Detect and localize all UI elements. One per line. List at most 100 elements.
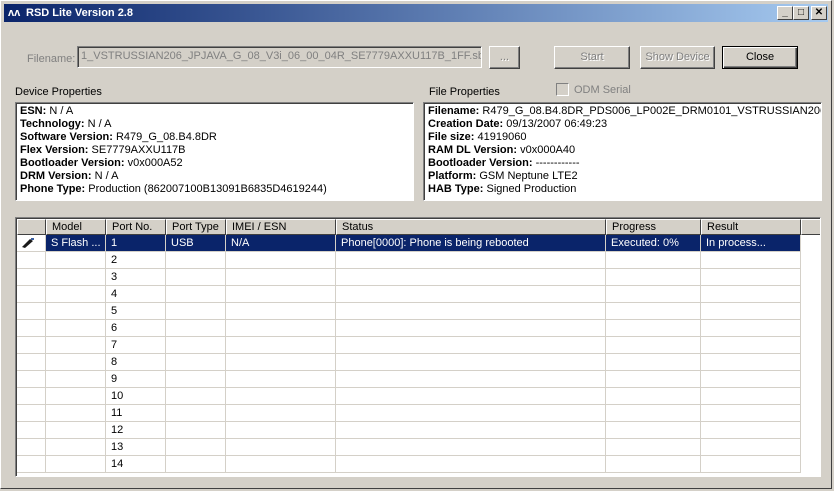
- cell-status: [336, 439, 606, 456]
- cell-result: [701, 337, 801, 354]
- show-device-button[interactable]: Show Device: [640, 46, 715, 69]
- grid-header: Model Port No. Port Type IMEI / ESN Status Pr…: [17, 219, 820, 235]
- cell-result: [701, 320, 801, 337]
- table-row[interactable]: 8: [17, 354, 801, 371]
- cell-result: [701, 252, 801, 269]
- cell-port: 8: [106, 354, 166, 371]
- cell-status: [336, 337, 606, 354]
- column-header[interactable]: Result: [701, 219, 801, 235]
- cell-result: [701, 303, 801, 320]
- column-header[interactable]: Status: [336, 219, 606, 235]
- table-row[interactable]: 6: [17, 320, 801, 337]
- cell-status: Phone[0000]: Phone is being rebooted: [336, 235, 606, 252]
- table-row[interactable]: 14: [17, 456, 801, 473]
- row-icon-cell: [17, 269, 46, 286]
- cell-result: [701, 388, 801, 405]
- table-row[interactable]: 9: [17, 371, 801, 388]
- cell-result: [701, 439, 801, 456]
- title-bar[interactable]: ʌʌ RSD Lite Version 2.8 _ □ ✕: [4, 4, 828, 22]
- cell-port-type: [166, 388, 226, 405]
- cell-status: [336, 303, 606, 320]
- device-prop-value: Production (862007100B13091B6835D4619244…: [85, 183, 327, 195]
- table-row[interactable]: 2: [17, 252, 801, 269]
- row-icon-cell: [17, 422, 46, 439]
- table-row[interactable]: 12: [17, 422, 801, 439]
- cell-port-type: [166, 269, 226, 286]
- column-header[interactable]: [17, 219, 46, 235]
- cell-port: 2: [106, 252, 166, 269]
- cell-progress: [606, 286, 701, 303]
- table-row[interactable]: 5: [17, 303, 801, 320]
- start-button[interactable]: Start: [554, 46, 630, 69]
- cell-model: [46, 388, 106, 405]
- cell-status: [336, 388, 606, 405]
- cell-progress: [606, 354, 701, 371]
- cell-status: [336, 320, 606, 337]
- table-row[interactable]: 13: [17, 439, 801, 456]
- table-row[interactable]: 4: [17, 286, 801, 303]
- table-row[interactable]: S Flash ... 1 USB N/A Phone[0000]: Phone is …: [17, 235, 801, 252]
- cell-imei: [226, 337, 336, 354]
- device-prop-line: Phone Type: Production (862007100B13091B…: [20, 183, 409, 196]
- file-prop-line: RAM DL Version: v0x000A40: [428, 144, 817, 157]
- column-header[interactable]: Port Type: [166, 219, 226, 235]
- cell-port-type: [166, 371, 226, 388]
- filename-field[interactable]: 1_VSTRUSSIAN206_JPJAVA_G_08_V3i_06_00_04…: [77, 46, 482, 68]
- file-prop-value: R479_G_08.B4.8DR_PDS006_LP002E_DRM0101_V…: [479, 105, 822, 117]
- cell-progress: [606, 303, 701, 320]
- row-icon-cell: [17, 388, 46, 405]
- table-row[interactable]: 7: [17, 337, 801, 354]
- cell-imei: [226, 439, 336, 456]
- cell-port-type: [166, 456, 226, 473]
- cell-status: [336, 354, 606, 371]
- cell-progress: [606, 337, 701, 354]
- cell-imei: [226, 286, 336, 303]
- cell-model: [46, 405, 106, 422]
- cell-imei: [226, 371, 336, 388]
- cell-imei: [226, 303, 336, 320]
- cell-model: [46, 320, 106, 337]
- rsd-lite-window: ʌʌ RSD Lite Version 2.8 _ □ ✕ Filename: …: [0, 0, 832, 489]
- device-grid[interactable]: Model Port No. Port Type IMEI / ESN Status Pr…: [15, 217, 821, 477]
- cell-status: [336, 422, 606, 439]
- odm-serial-checkbox[interactable]: [556, 83, 569, 96]
- cell-model: [46, 456, 106, 473]
- device-properties-title: Device Properties: [15, 86, 102, 98]
- device-prop-line: Technology: N / A: [20, 118, 409, 131]
- column-header[interactable]: Model: [46, 219, 106, 235]
- maximize-button[interactable]: □: [793, 6, 809, 20]
- table-row[interactable]: 3: [17, 269, 801, 286]
- file-prop-value: ------------: [532, 157, 580, 169]
- file-prop-line: Filename: R479_G_08.B4.8DR_PDS006_LP002E…: [428, 105, 821, 118]
- cell-status: [336, 269, 606, 286]
- cell-result: [701, 371, 801, 388]
- cell-result: [701, 422, 801, 439]
- row-icon-cell: [17, 439, 46, 456]
- file-prop-value: GSM Neptune LTE2: [476, 170, 578, 182]
- column-header-filler: [801, 219, 820, 235]
- minimize-button[interactable]: _: [777, 6, 793, 20]
- column-header[interactable]: Progress: [606, 219, 701, 235]
- file-prop-key: Creation Date:: [428, 118, 504, 130]
- browse-button[interactable]: ...: [489, 46, 520, 69]
- cell-imei: [226, 252, 336, 269]
- column-header[interactable]: Port No.: [106, 219, 166, 235]
- cell-imei: [226, 354, 336, 371]
- device-prop-key: ESN:: [20, 105, 47, 117]
- device-prop-value: v0x000A52: [124, 157, 183, 169]
- close-window-button[interactable]: ✕: [811, 6, 827, 20]
- window-title: RSD Lite Version 2.8: [26, 7, 133, 19]
- cell-model: S Flash ...: [46, 235, 106, 252]
- file-prop-key: Bootloader Version:: [428, 157, 533, 169]
- file-properties-title: File Properties: [429, 86, 500, 98]
- cell-port-type: USB: [166, 235, 226, 252]
- cell-port-type: [166, 252, 226, 269]
- column-header[interactable]: IMEI / ESN: [226, 219, 336, 235]
- cell-port-type: [166, 337, 226, 354]
- table-row[interactable]: 10: [17, 388, 801, 405]
- row-icon-cell: [17, 405, 46, 422]
- table-row[interactable]: 11: [17, 405, 801, 422]
- cell-port: 3: [106, 269, 166, 286]
- device-prop-line: Software Version: R479_G_08.B4.8DR: [20, 131, 409, 144]
- close-button[interactable]: Close: [722, 46, 798, 69]
